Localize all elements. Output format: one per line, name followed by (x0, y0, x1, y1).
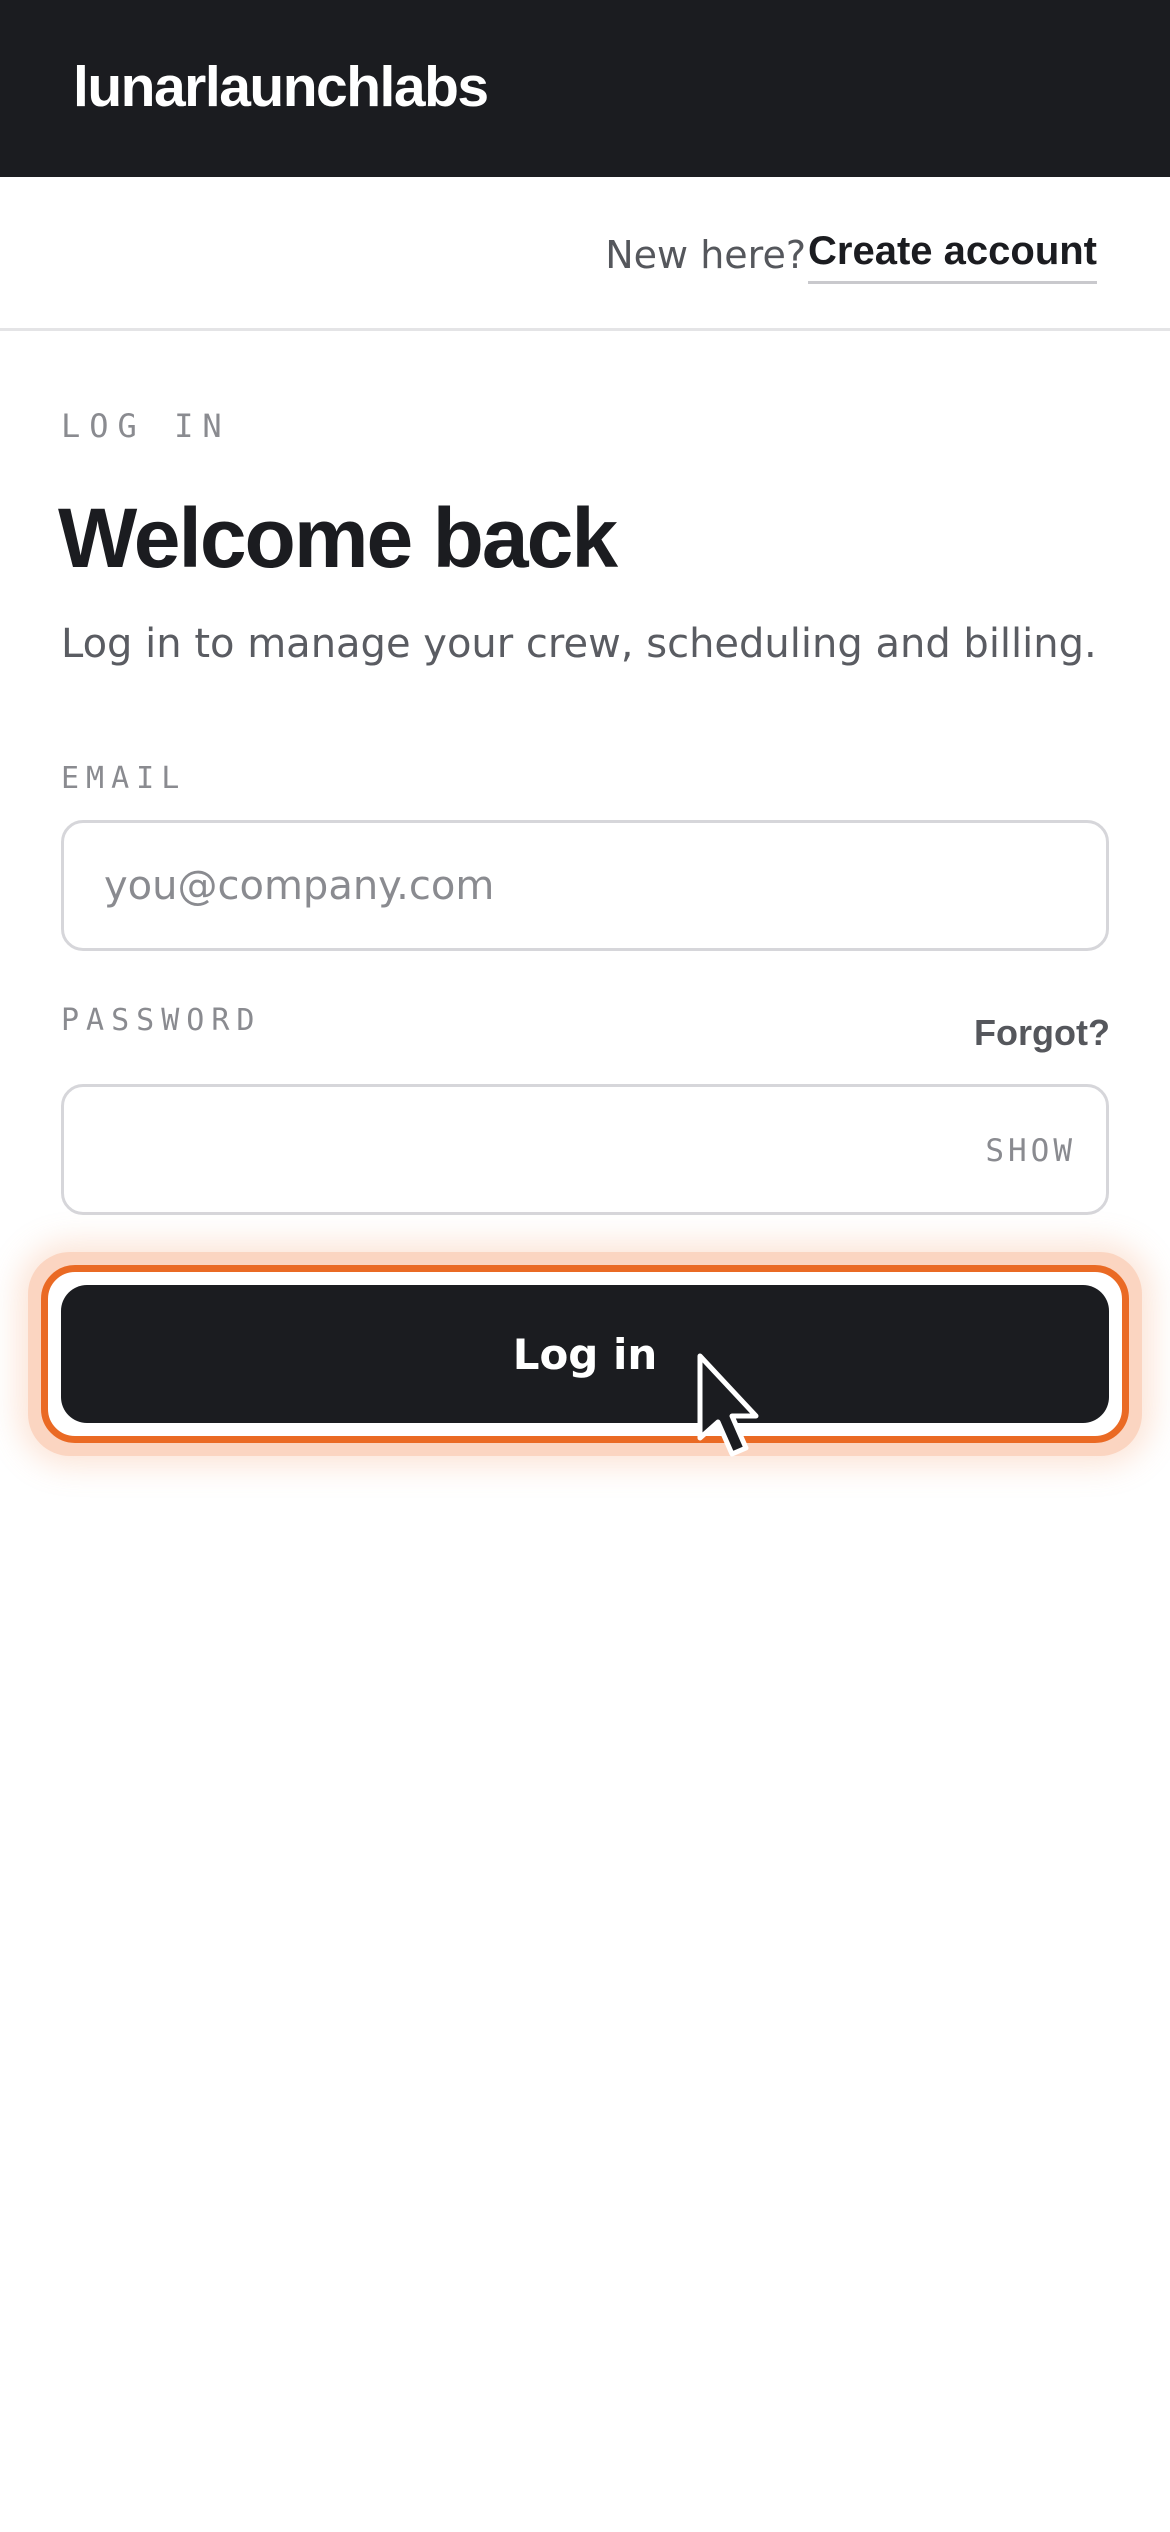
login-button[interactable]: Log in (61, 1285, 1109, 1423)
section-eyebrow: LOG IN (61, 407, 231, 445)
password-field[interactable] (61, 1084, 1109, 1215)
page-title: Welcome back (58, 491, 618, 585)
show-password-toggle[interactable]: SHOW (985, 1128, 1076, 1174)
email-field[interactable] (61, 820, 1109, 951)
password-label: PASSWORD (61, 1003, 262, 1038)
forgot-password-link[interactable]: Forgot? (974, 1008, 1110, 1058)
new-here-text: New here? (605, 233, 806, 277)
create-account-link[interactable]: Create account (808, 223, 1097, 284)
email-label: EMAIL (61, 761, 187, 796)
account-bar: New here? Create account (0, 177, 1170, 331)
brand-logo[interactable]: lunarlaunchlabs (73, 52, 489, 122)
page-subtitle: Log in to manage your crew, scheduling a… (61, 621, 1097, 667)
app-header: lunarlaunchlabs (0, 0, 1170, 177)
